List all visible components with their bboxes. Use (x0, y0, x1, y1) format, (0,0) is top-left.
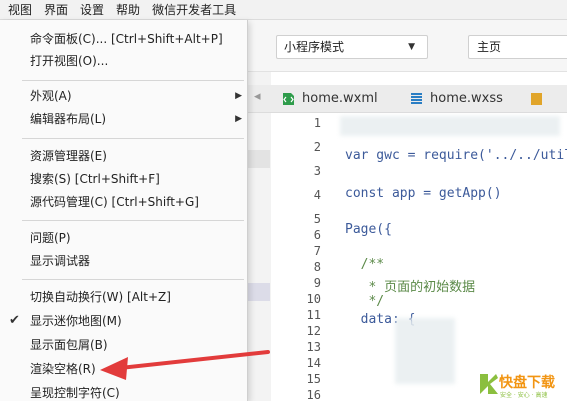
line-number: 15 (306, 372, 321, 386)
menu-item-label: 问题(P) (30, 231, 71, 245)
menu-divider (22, 80, 244, 81)
menu-view[interactable]: 视图 (2, 0, 38, 20)
menu-item-editor-layout[interactable]: 编辑器布局(L) ▶ (0, 108, 248, 130)
line-number: 2 (313, 140, 321, 154)
menu-help[interactable]: 帮助 (110, 0, 146, 20)
menu-item-command-palette[interactable]: 命令面板(C)... [Ctrl+Shift+Alt+P] (0, 28, 248, 50)
line-number: 16 (306, 388, 321, 401)
line-number: 11 (306, 308, 321, 322)
menu-item-label: 源代码管理(C) [Ctrl+Shift+G] (30, 195, 199, 209)
tab-scroll-left-icon[interactable]: ◂ (254, 89, 261, 104)
menu-item-source-control[interactable]: 源代码管理(C) [Ctrl+Shift+G] (0, 191, 248, 213)
menu-item-label: 切换自动换行(W) [Alt+Z] (30, 290, 171, 304)
line-number: 3 (313, 164, 321, 178)
blurred-region (395, 318, 455, 384)
line-number: 9 (313, 276, 321, 290)
mode-select[interactable]: 小程序模式 ▼ (276, 35, 428, 59)
check-icon: ✔ (9, 313, 20, 328)
page-select-value: 主页 (477, 40, 502, 54)
view-menu-dropdown: 命令面板(C)... [Ctrl+Shift+Alt+P] 打开视图(O)...… (0, 20, 248, 401)
mode-select-value: 小程序模式 (284, 40, 345, 54)
line-number: 4 (313, 188, 321, 202)
menu-item-search[interactable]: 搜索(S) [Ctrl+Shift+F] (0, 168, 248, 190)
menu-item-render-whitespace[interactable]: 渲染空格(R) (0, 358, 248, 380)
wxml-file-icon (283, 93, 294, 105)
menu-item-label: 编辑器布局(L) (30, 112, 107, 126)
tab-home-wxss[interactable]: home.wxss (410, 85, 503, 113)
line-number: 7 (313, 244, 321, 258)
watermark-logo-icon (480, 374, 498, 394)
line-number: 13 (306, 340, 321, 354)
menu-interface[interactable]: 界面 (38, 0, 74, 20)
menu-item-label: 命令面板(C)... [Ctrl+Shift+Alt+P] (30, 32, 223, 46)
code-line: const app = getApp() (345, 186, 502, 201)
menu-item-label: 搜索(S) [Ctrl+Shift+F] (30, 172, 160, 186)
menu-divider (22, 220, 244, 221)
menu-item-open-view[interactable]: 打开视图(O)... (0, 50, 248, 72)
menu-item-label: 显示调试器 (30, 254, 91, 268)
blurred-region (340, 116, 560, 136)
wxss-file-icon (411, 93, 422, 104)
code-comment: * 页面的初始数据 (345, 280, 476, 295)
menu-item-label: 外观(A) (30, 89, 72, 103)
menu-item-label: 资源管理器(E) (30, 149, 107, 163)
menu-item-render-control-chars[interactable]: 呈现控制字符(C) (0, 382, 248, 401)
watermark-subtitle: 安全 · 安心 · 高速 (500, 392, 548, 399)
tab-home-js[interactable] (530, 85, 550, 113)
line-number: 1 (313, 116, 321, 130)
tab-home-wxml[interactable]: home.wxml (282, 85, 378, 113)
menu-item-appearance[interactable]: 外观(A) ▶ (0, 85, 248, 107)
code-line: Page({ (345, 222, 392, 237)
menu-item-label: 显示面包屑(B) (30, 338, 108, 352)
menu-wechat-devtools[interactable]: 微信开发者工具 (146, 0, 242, 20)
menu-item-debugger[interactable]: 显示调试器 (0, 250, 248, 272)
js-file-icon (531, 93, 542, 105)
menu-settings[interactable]: 设置 (74, 0, 110, 20)
code-comment: */ (345, 294, 385, 309)
line-number: 10 (306, 292, 321, 306)
menu-item-breadcrumbs[interactable]: 显示面包屑(B) (0, 334, 248, 356)
menu-item-label: 呈现控制字符(C) (30, 386, 120, 400)
menu-item-word-wrap[interactable]: 切换自动换行(W) [Alt+Z] (0, 286, 248, 308)
menu-bar: 视图 界面 设置 帮助 微信开发者工具 (0, 0, 567, 20)
line-number: 6 (313, 228, 321, 242)
menu-item-label: 渲染空格(R) (30, 362, 96, 376)
chevron-right-icon: ▶ (235, 91, 242, 101)
code-comment: /** (345, 257, 385, 272)
tab-label: home.wxml (302, 91, 378, 106)
sidebar-row-selected (246, 283, 270, 301)
menu-item-minimap[interactable]: ✔ 显示迷你地图(M) (0, 310, 248, 332)
menu-divider (22, 138, 244, 139)
menu-item-explorer[interactable]: 资源管理器(E) (0, 145, 248, 167)
menu-item-label: 显示迷你地图(M) (30, 314, 122, 328)
sidebar-row-highlight (246, 150, 270, 168)
tab-label: home.wxss (430, 91, 503, 106)
page-select[interactable]: 主页 (468, 35, 567, 59)
menu-item-problems[interactable]: 问题(P) (0, 227, 248, 249)
code-line: var gwc = require('../../util (345, 148, 567, 163)
chevron-down-icon: ▼ (408, 42, 415, 52)
chevron-right-icon: ▶ (235, 114, 242, 124)
menu-divider (22, 279, 244, 280)
line-number: 12 (306, 324, 321, 338)
line-number: 14 (306, 356, 321, 370)
watermark-brand: 快盘下载 (499, 375, 555, 391)
line-number: 8 (313, 260, 321, 274)
menu-item-label: 打开视图(O)... (30, 54, 109, 68)
line-number: 5 (313, 212, 321, 226)
